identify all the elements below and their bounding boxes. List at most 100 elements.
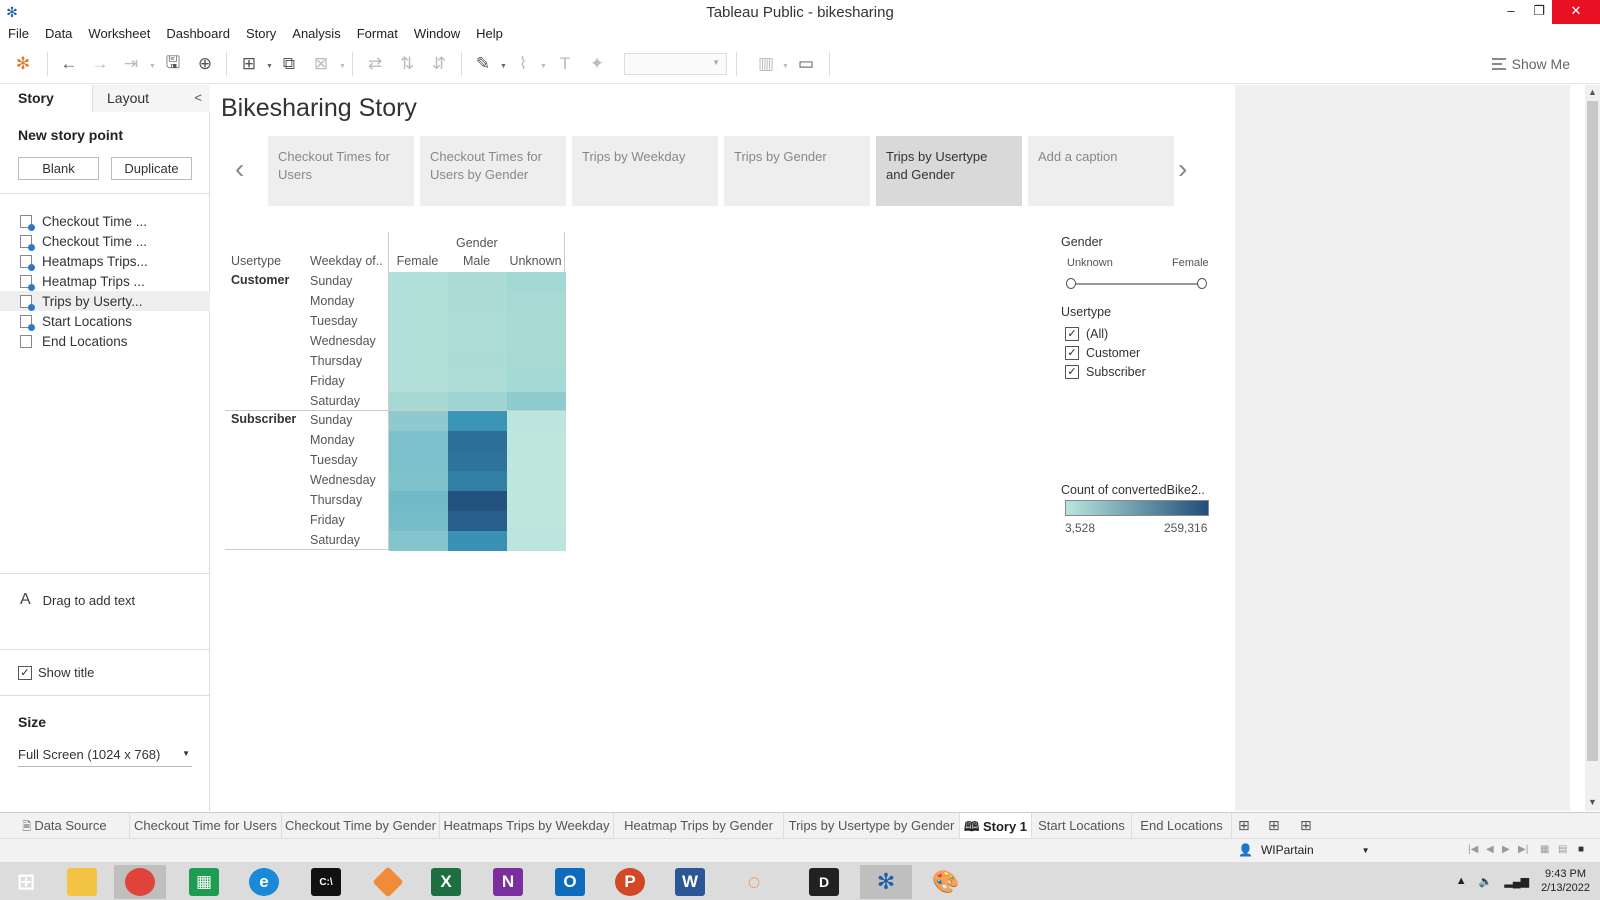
heatmap-cell[interactable] bbox=[448, 531, 507, 551]
tab-sheet[interactable]: Heatmap Trips by Gender bbox=[614, 813, 784, 838]
gender-slider[interactable] bbox=[1066, 278, 1207, 289]
tab-sheet[interactable]: Heatmaps Trips by Weekday bbox=[440, 813, 614, 838]
new-worksheet-icon[interactable]: ⊞ bbox=[237, 52, 261, 76]
previous-page-icon[interactable]: ◀ bbox=[1486, 844, 1494, 855]
tab-sheet[interactable]: Start Locations bbox=[1032, 813, 1132, 838]
heatmap-cell[interactable] bbox=[389, 292, 448, 312]
taskbar-terminal[interactable]: C:\ bbox=[300, 865, 352, 899]
taskbar-app[interactable] bbox=[362, 865, 414, 899]
heatmap-cell[interactable] bbox=[389, 272, 448, 292]
taskbar-sheets[interactable]: ▦ bbox=[178, 865, 230, 899]
menu-window[interactable]: Window bbox=[414, 24, 468, 44]
highlight-icon[interactable]: ✎ bbox=[471, 52, 495, 76]
sort-ascending-icon[interactable]: ⇅ bbox=[395, 52, 419, 76]
replay-icon[interactable]: ⇥ bbox=[119, 52, 143, 76]
heatmap-cell[interactable] bbox=[448, 292, 507, 312]
heatmap-cell[interactable] bbox=[507, 372, 566, 392]
show-title-checkbox[interactable]: ✓ Show title bbox=[18, 665, 94, 680]
show-me-button[interactable]: Show Me bbox=[1491, 56, 1570, 72]
tab-layout[interactable]: Layout < bbox=[92, 85, 210, 112]
menu-story[interactable]: Story bbox=[246, 24, 284, 44]
network-icon[interactable]: ▂▄▆ bbox=[1504, 875, 1529, 888]
menu-file[interactable]: File bbox=[8, 24, 37, 44]
menu-worksheet[interactable]: Worksheet bbox=[88, 24, 158, 44]
tray-expand-icon[interactable]: ▲ bbox=[1456, 875, 1467, 887]
scroll-down-icon[interactable]: ▼ bbox=[1588, 797, 1597, 807]
heatmap-cell[interactable] bbox=[389, 531, 448, 551]
volume-icon[interactable]: 🔈 bbox=[1479, 875, 1493, 888]
heatmap-cell[interactable] bbox=[389, 471, 448, 491]
sheet-list-item[interactable]: Checkout Time ... bbox=[0, 231, 210, 251]
heatmap-cell[interactable] bbox=[448, 392, 507, 412]
heatmap-cell[interactable] bbox=[507, 511, 566, 531]
heatmap-cell[interactable] bbox=[448, 411, 507, 431]
scroll-up-icon[interactable]: ▲ bbox=[1588, 87, 1597, 97]
taskbar-tableau[interactable]: ✻ bbox=[860, 865, 912, 899]
tab-story-1[interactable]: 🕮 Story 1 bbox=[960, 813, 1032, 838]
heatmap-cell[interactable] bbox=[507, 451, 566, 471]
tab-sheet[interactable]: Checkout Time for Users bbox=[130, 813, 282, 838]
heatmap-cell[interactable] bbox=[507, 531, 566, 551]
taskbar-dolby[interactable]: D bbox=[798, 865, 850, 899]
heatmap-cell[interactable] bbox=[507, 292, 566, 312]
save-icon[interactable]: 🖫 bbox=[161, 52, 185, 76]
heatmap-cell[interactable] bbox=[389, 511, 448, 531]
last-page-icon[interactable]: ▶| bbox=[1518, 844, 1528, 855]
redo-icon[interactable]: → bbox=[88, 52, 112, 76]
heatmap-cell[interactable] bbox=[507, 272, 566, 292]
next-point-icon[interactable]: › bbox=[1178, 153, 1187, 185]
heatmap-cell[interactable] bbox=[507, 332, 566, 352]
heatmap-cell[interactable] bbox=[448, 511, 507, 531]
menu-help[interactable]: Help bbox=[476, 24, 511, 44]
new-data-source-icon[interactable]: ⊕ bbox=[193, 52, 217, 76]
duplicate-button[interactable]: Duplicate bbox=[111, 157, 192, 180]
tabs-view-icon[interactable]: ■ bbox=[1578, 844, 1584, 855]
filmstrip-icon[interactable]: ▤ bbox=[1558, 844, 1567, 855]
minimize-button[interactable]: – bbox=[1496, 0, 1526, 24]
next-page-icon[interactable]: ▶ bbox=[1502, 844, 1510, 855]
sheet-list-item[interactable]: End Locations bbox=[0, 331, 210, 351]
sheet-list-item[interactable]: Heatmap Trips ... bbox=[0, 271, 210, 291]
start-button[interactable]: ⊞ bbox=[0, 865, 52, 899]
group-members-icon[interactable]: ⌇ bbox=[511, 52, 535, 76]
story-point-1[interactable]: Checkout Times for Users bbox=[268, 136, 414, 206]
sheet-list-item[interactable]: Heatmaps Trips... bbox=[0, 251, 210, 271]
usertype-option-customer[interactable]: ✓ Customer bbox=[1065, 346, 1140, 360]
story-point-5[interactable]: Trips by Usertype and Gender bbox=[876, 136, 1022, 206]
sheet-list-item[interactable]: Trips by Userty... bbox=[0, 291, 210, 311]
heatmap-cell[interactable] bbox=[389, 312, 448, 332]
taskbar-word[interactable]: W bbox=[664, 865, 716, 899]
heatmap-cell[interactable] bbox=[507, 431, 566, 451]
first-page-icon[interactable]: |◀ bbox=[1468, 844, 1478, 855]
user-menu[interactable]: 👤 WIPartain ▼ bbox=[1238, 843, 1370, 857]
menu-data[interactable]: Data bbox=[45, 24, 80, 44]
swap-rows-columns-icon[interactable]: ⇄ bbox=[363, 52, 387, 76]
heatmap-cell[interactable] bbox=[448, 272, 507, 292]
heatmap-cell[interactable] bbox=[389, 332, 448, 352]
story-point-add-caption[interactable]: Add a caption bbox=[1028, 136, 1174, 206]
sheet-sorter-icon[interactable]: ▦ bbox=[1540, 844, 1549, 855]
story-point-2[interactable]: Checkout Times for Users by Gender bbox=[420, 136, 566, 206]
heatmap-cell[interactable] bbox=[389, 352, 448, 372]
scroll-thumb[interactable] bbox=[1587, 101, 1598, 761]
show-mark-labels-icon[interactable]: T bbox=[553, 52, 577, 76]
text-object[interactable]: A Drag to add text bbox=[20, 591, 135, 609]
maximize-button[interactable]: ❐ bbox=[1524, 0, 1554, 24]
heatmap-cell[interactable] bbox=[389, 451, 448, 471]
sort-descending-icon[interactable]: ⇵ bbox=[427, 52, 451, 76]
taskbar-edge[interactable]: e bbox=[238, 865, 290, 899]
usertype-option-subscriber[interactable]: ✓ Subscriber bbox=[1065, 365, 1146, 379]
tab-sheet[interactable]: Trips by Usertype by Gender bbox=[784, 813, 960, 838]
heatmap-cell[interactable] bbox=[448, 431, 507, 451]
show-cards-icon[interactable]: ▥ bbox=[754, 52, 778, 76]
heatmap-cell[interactable] bbox=[448, 332, 507, 352]
undo-icon[interactable]: ← bbox=[57, 52, 81, 76]
heatmap-cell[interactable] bbox=[448, 352, 507, 372]
tableau-logo-icon[interactable]: ✻ bbox=[11, 52, 35, 76]
previous-point-icon[interactable]: ‹ bbox=[235, 153, 244, 185]
new-worksheet-icon[interactable]: ⊞ bbox=[1238, 817, 1250, 834]
collapse-pane-icon[interactable]: < bbox=[194, 90, 202, 105]
story-point-3[interactable]: Trips by Weekday bbox=[572, 136, 718, 206]
taskbar-jupyter[interactable]: ◌ bbox=[728, 865, 780, 899]
close-button[interactable]: ✕ bbox=[1552, 0, 1600, 24]
